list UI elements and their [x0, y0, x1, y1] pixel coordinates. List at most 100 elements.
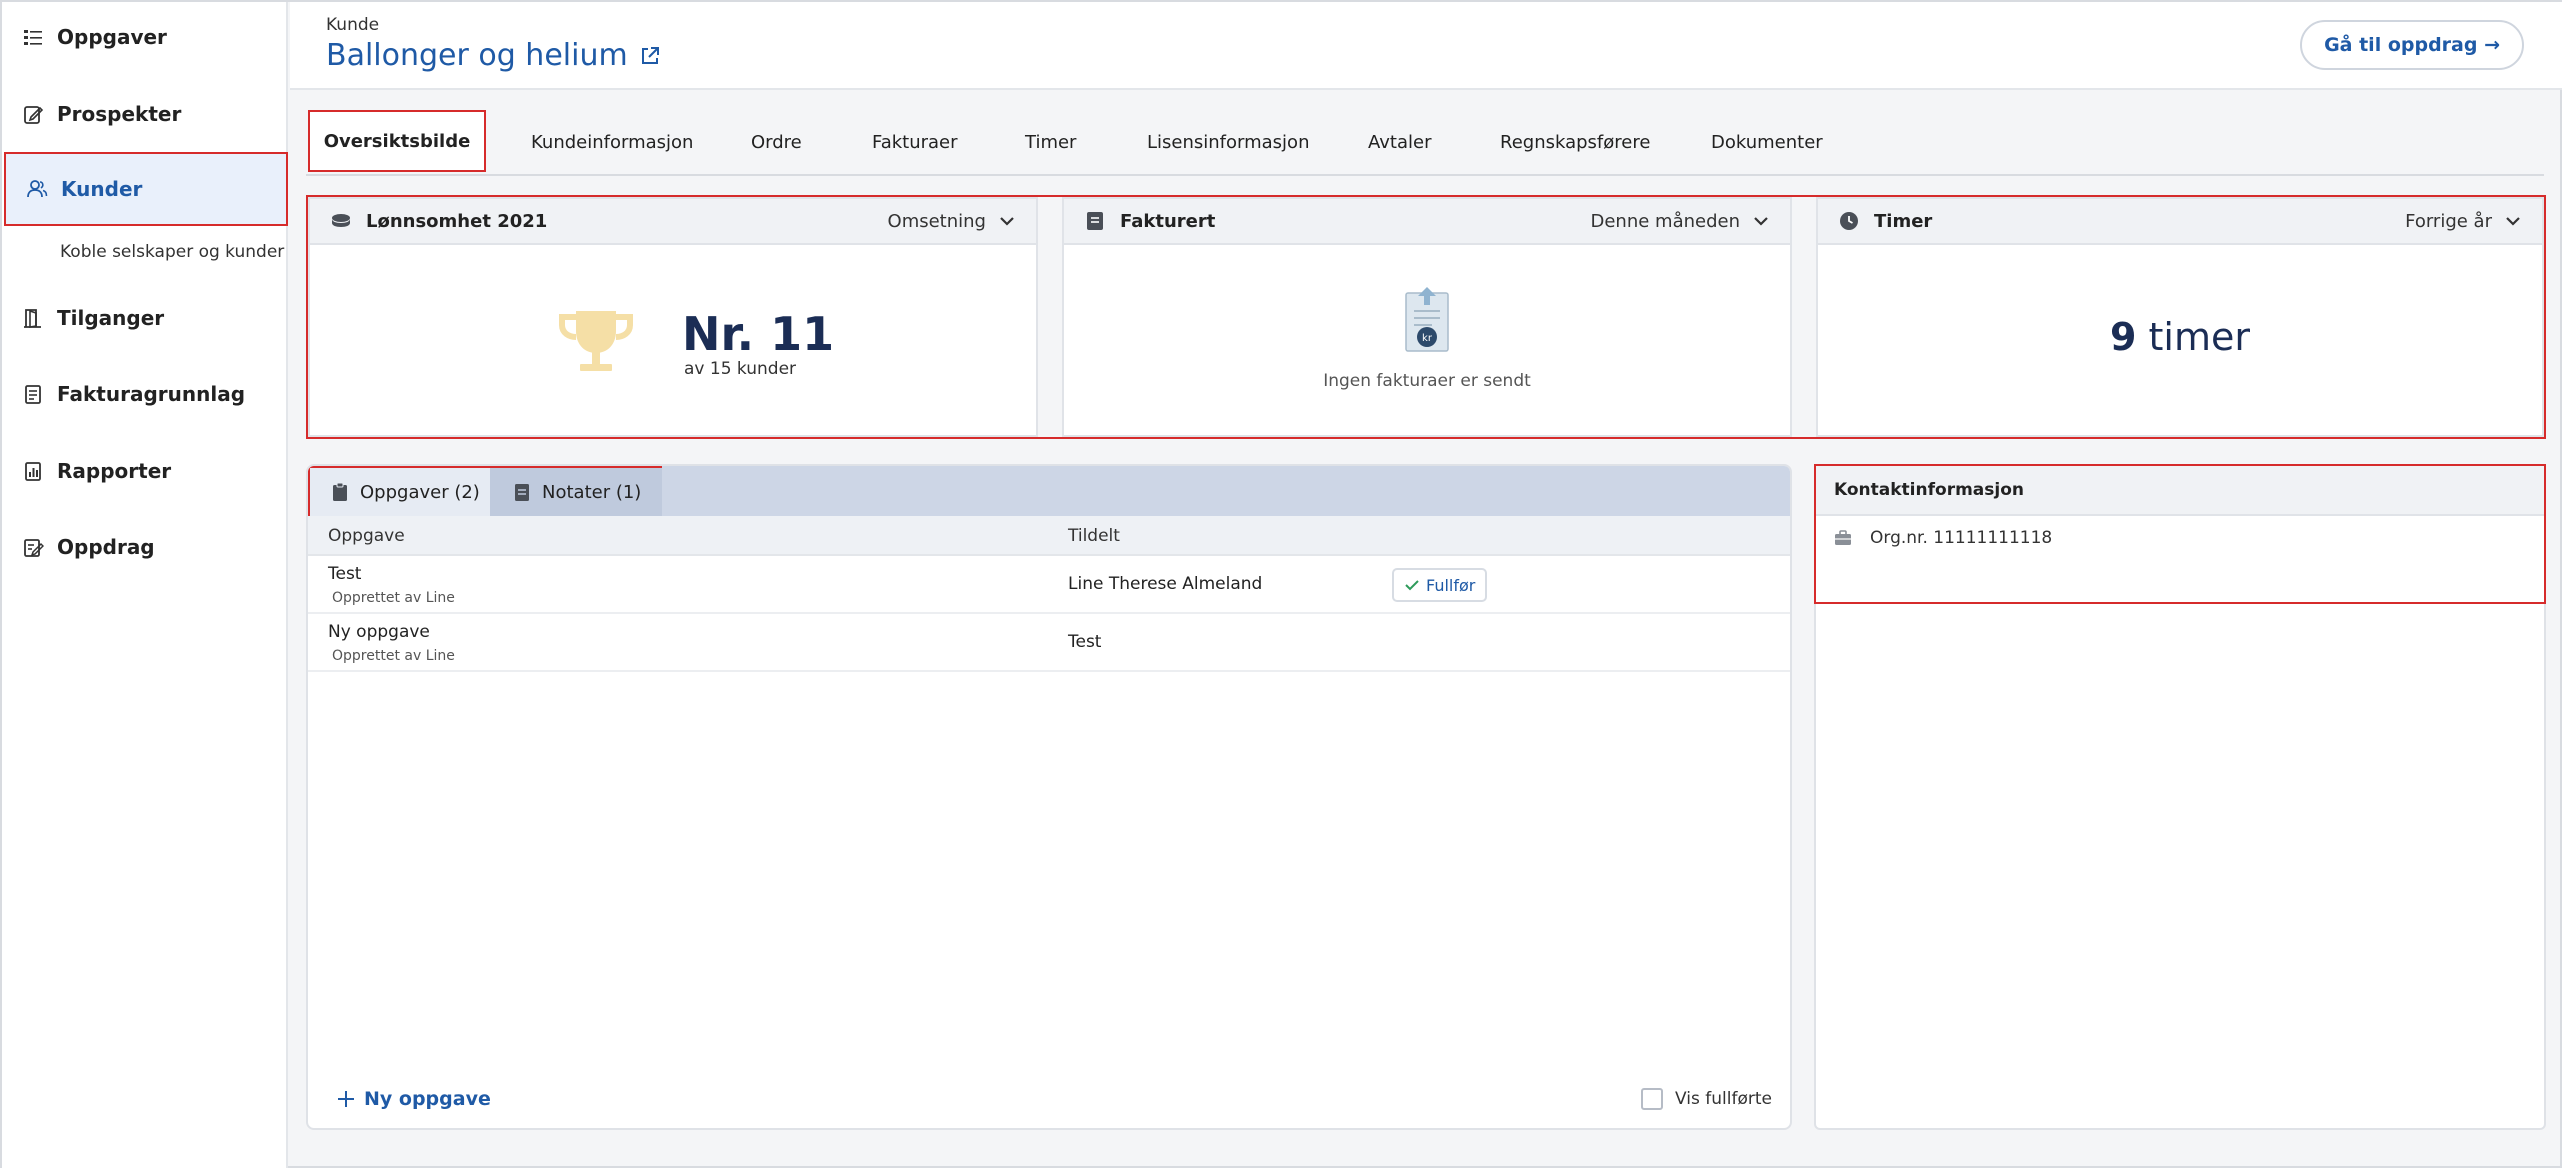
tab-avtaler[interactable]: Avtaler: [1368, 110, 1431, 174]
sidebar-item-oppdrag[interactable]: Oppdrag: [2, 516, 288, 578]
new-task-label: Ny oppgave: [364, 1088, 491, 1110]
sidebar-item-label: Oppgaver: [57, 25, 167, 49]
tab-oversiktsbilde[interactable]: Oversiktsbilde: [308, 110, 486, 172]
tasks-tab-group: Oppgaver (2) Notater (1): [308, 466, 662, 516]
contact-panel: Kontaktinformasjon Org.nr. 11111111118: [1814, 464, 2546, 1130]
briefcase-icon: [1835, 530, 1851, 545]
task-assignee: Line Therese Almeland: [1068, 574, 1263, 594]
check-icon: [1405, 580, 1419, 591]
sidebar-subitem-link-companies[interactable]: Koble selskaper og kunder: [60, 242, 284, 262]
tab-regnskapsforere[interactable]: Regnskapsførere: [1500, 110, 1650, 174]
task-title: Test: [328, 564, 362, 584]
hours-card-title: Timer: [1874, 210, 1933, 232]
tab-timer[interactable]: Timer: [1025, 110, 1076, 174]
prospect-edit-icon: [22, 103, 44, 125]
invoice-doc-icon: [22, 383, 44, 405]
sidebar-item-label: Rapporter: [57, 459, 172, 483]
invoiced-card-title: Fakturert: [1120, 210, 1216, 232]
invoiced-card-header: Fakturert Denne måneden: [1064, 199, 1790, 245]
tab-dokumenter[interactable]: Dokumenter: [1711, 110, 1823, 174]
door-access-icon: [22, 307, 44, 329]
hours-card-header: Timer Forrige år: [1818, 199, 2542, 245]
show-completed-label: Vis fullførte: [1675, 1089, 1772, 1109]
hours-value: 9: [2109, 315, 2137, 359]
breadcrumb: Kunde: [326, 15, 380, 35]
sidebar-item-fakturagrunnlag[interactable]: Fakturagrunnlag: [2, 363, 288, 425]
stats-row: Lønnsomhet 2021 Omsetning Nr. 11 av 15 k…: [306, 195, 2546, 439]
invoiced-period-select[interactable]: Denne måneden: [1590, 199, 1770, 243]
hours-period-select[interactable]: Forrige år: [2405, 199, 2522, 243]
tab-oppgaver[interactable]: Oppgaver (2): [310, 468, 490, 516]
profit-card-header: Lønnsomhet 2021 Omsetning: [310, 199, 1036, 245]
profit-card-title: Lønnsomhet 2021: [366, 210, 548, 232]
external-link-icon[interactable]: [638, 44, 662, 68]
tab-fakturaer[interactable]: Fakturaer: [872, 110, 958, 174]
profit-rank: Nr. 11: [682, 307, 835, 361]
complete-task-label: Fullfør: [1426, 575, 1476, 595]
hours-period-value: Forrige år: [2405, 210, 2492, 232]
complete-task-button[interactable]: Fullfør: [1392, 568, 1488, 602]
tasks-panel: Oppgaver (2) Notater (1) Oppgave Tildelt…: [306, 464, 1792, 1130]
assignment-edit-icon: [22, 536, 44, 558]
tab-ordre[interactable]: Ordre: [751, 110, 802, 174]
org-number: Org.nr. 11111111118: [1870, 528, 2053, 548]
tab-oppgaver-label: Oppgaver (2): [360, 481, 480, 503]
sidebar-item-rapporter[interactable]: Rapporter: [2, 440, 288, 502]
task-created-by: Opprettet av Line: [332, 590, 455, 606]
sidebar-item-label: Oppdrag: [57, 535, 155, 559]
col-oppgave: Oppgave: [328, 526, 405, 546]
clipboard-icon: [333, 482, 347, 501]
goto-assignment-button[interactable]: Gå til oppdrag →: [2300, 20, 2524, 70]
sidebar-item-label: Kunder: [61, 177, 143, 201]
sidebar-item-label: Prospekter: [57, 102, 182, 126]
sidebar-item-label: Tilganger: [57, 306, 165, 330]
customer-name: Ballonger og helium: [326, 38, 628, 73]
invoice-doc-icon: [1087, 212, 1103, 230]
no-invoices-text: Ingen fakturaer er sendt: [1323, 371, 1531, 391]
chevron-down-icon: [1000, 217, 1014, 226]
show-completed-toggle[interactable]: Vis fullførte: [1641, 1088, 1772, 1110]
table-row[interactable]: Ny oppgave Opprettet av Line Test: [308, 614, 1790, 672]
table-row[interactable]: Test Opprettet av Line Line Therese Alme…: [308, 556, 1790, 614]
task-created-by: Opprettet av Line: [332, 648, 455, 664]
customer-tabs: Oversiktsbilde Kundeinformasjon Ordre Fa…: [306, 110, 2544, 176]
hours-unit: timer: [2136, 315, 2250, 359]
contact-panel-title: Kontaktinformasjon: [1816, 466, 2544, 516]
svg-text:kr: kr: [1422, 333, 1433, 344]
page-header: Kunde Ballonger og helium Gå til oppdrag…: [290, 2, 2562, 90]
hours-card: Timer Forrige år 9 timer: [1816, 197, 2544, 437]
report-chart-icon: [22, 460, 44, 482]
org-number-row: Org.nr. 11111111118: [1834, 528, 2052, 548]
profit-metric-value: Omsetning: [887, 210, 986, 232]
profit-rank-sub: av 15 kunder: [684, 359, 797, 379]
sidebar-item-oppgaver[interactable]: Oppgaver: [2, 6, 288, 68]
tasks-list-icon: [22, 26, 44, 48]
sidebar-item-tilganger[interactable]: Tilganger: [2, 287, 288, 349]
col-tildelt: Tildelt: [1068, 526, 1120, 546]
new-task-button[interactable]: Ny oppgave: [336, 1088, 491, 1110]
tab-kundeinformasjon[interactable]: Kundeinformasjon: [531, 110, 693, 174]
invoiced-card: Fakturert Denne måneden kr Ingen faktura…: [1062, 197, 1792, 437]
task-title: Ny oppgave: [328, 622, 430, 642]
chevron-down-icon: [2506, 217, 2520, 226]
task-assignee: Test: [1068, 632, 1102, 652]
hours-total: 9 timer: [1818, 315, 2542, 359]
profit-metric-select[interactable]: Omsetning: [888, 199, 1016, 243]
invoiced-period-value: Denne måneden: [1590, 210, 1740, 232]
coins-icon: [332, 214, 350, 227]
tab-notater[interactable]: Notater (1): [490, 468, 662, 516]
plus-icon: [338, 1091, 354, 1107]
users-icon: [26, 178, 48, 200]
sidebar-item-prospekter[interactable]: Prospekter: [2, 83, 288, 145]
notes-icon: [515, 484, 529, 501]
sidebar-item-kunder[interactable]: Kunder: [4, 152, 288, 226]
show-completed-checkbox[interactable]: [1641, 1088, 1664, 1110]
clock-icon: [1840, 212, 1858, 230]
sidebar: Oppgaver Prospekter Kunder Koble selskap…: [2, 2, 288, 1168]
tab-lisensinformasjon[interactable]: Lisensinformasjon: [1147, 110, 1309, 174]
tasks-table-header: Oppgave Tildelt: [308, 516, 1790, 556]
empty-invoice-icon: kr: [1405, 287, 1449, 352]
app-window: Oppgaver Prospekter Kunder Koble selskap…: [0, 0, 2562, 1168]
tasks-tabbar: Oppgaver (2) Notater (1): [308, 466, 1790, 516]
profit-card: Lønnsomhet 2021 Omsetning Nr. 11 av 15 k…: [308, 197, 1038, 437]
